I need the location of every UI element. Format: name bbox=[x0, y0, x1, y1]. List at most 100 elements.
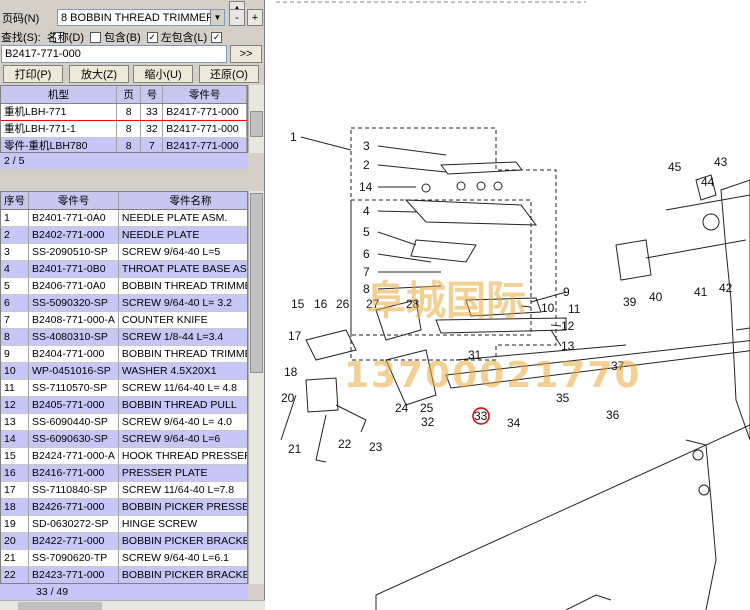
minus-button[interactable]: - bbox=[229, 9, 245, 26]
table-row[interactable]: 22 B2423-771-000 BOBBIN PICKER BRACKET bbox=[1, 566, 247, 583]
scrollbar-thumb[interactable] bbox=[250, 111, 263, 137]
table-row[interactable]: 8 SS-4080310-SP SCREW 1/8-44 L=3.4 bbox=[1, 328, 247, 346]
table-row[interactable]: 14 SS-6090630-SP SCREW 9/64-40 L=6 bbox=[1, 430, 247, 448]
table-row[interactable]: 12 B2405-771-000 BOBBIN THREAD PULL bbox=[1, 396, 247, 414]
cell: 18 bbox=[1, 498, 29, 516]
zoom-out-button[interactable]: 缩小(U) bbox=[133, 65, 193, 83]
table-row[interactable]: 15 B2424-771-000-A HOOK THREAD PRESSER bbox=[1, 447, 247, 465]
search-go-button[interactable]: >> bbox=[230, 45, 262, 63]
table-row[interactable]: 18 B2426-771-000 BOBBIN PICKER PRESSER bbox=[1, 498, 247, 516]
cell: B2416-771-000 bbox=[28, 464, 119, 482]
machine-table-header: 机型 页 号 零件号 bbox=[1, 86, 247, 104]
callout-12: 12 bbox=[561, 319, 575, 333]
cell: 3 bbox=[1, 243, 29, 261]
table-row[interactable]: 9 B2404-771-000 BOBBIN THREAD TRIMMER bbox=[1, 345, 247, 363]
cell: 22 bbox=[1, 566, 29, 583]
col-header-part-no[interactable]: 零件号 bbox=[28, 192, 119, 210]
table-row[interactable]: 13 SS-6090440-SP SCREW 9/64-40 L= 4.0 bbox=[1, 413, 247, 431]
cell: SCREW 11/64-40 L=7.8 bbox=[118, 481, 247, 499]
callout-40: 40 bbox=[649, 290, 663, 304]
cell: 17 bbox=[1, 481, 29, 499]
cell: B2417-771-000 bbox=[162, 120, 247, 138]
cell: SCREW 9/64-40 L=6 bbox=[118, 430, 247, 448]
table-row[interactable]: 21 SS-7090620-TP SCREW 9/64-40 L=6.1 bbox=[1, 549, 247, 567]
table-row[interactable]: 零件-重机LBH780 8 7 B2417-771-000 bbox=[1, 137, 247, 152]
left-include-checkbox[interactable]: ✓ bbox=[146, 31, 158, 43]
callout-11: 11 bbox=[568, 302, 581, 316]
watermark-text: 阜城国际 bbox=[366, 278, 526, 324]
table-row[interactable]: 7 B2408-771-000-A COUNTER KNIFE bbox=[1, 311, 247, 329]
cell: SCREW 9/64-40 L= 3.2 bbox=[118, 294, 247, 312]
scrollbar-thumb[interactable] bbox=[250, 193, 263, 373]
cell: BOBBIN THREAD PULL bbox=[118, 396, 247, 414]
cell: COUNTER KNIFE bbox=[118, 311, 247, 329]
parts-table-scrollbar[interactable] bbox=[248, 191, 264, 584]
callout-6: 6 bbox=[363, 247, 370, 261]
callout-21: 21 bbox=[288, 442, 302, 456]
cell: 零件-重机LBH780 bbox=[1, 137, 117, 152]
cell: 11 bbox=[1, 379, 29, 397]
cell: B2417-771-000 bbox=[162, 102, 247, 121]
cell: WP-0451016-SP bbox=[28, 362, 119, 380]
table-row[interactable]: 11 SS-7110570-SP SCREW 11/64-40 L= 4.8 bbox=[1, 379, 247, 397]
callout-15: 15 bbox=[291, 297, 305, 311]
include-b-checkbox[interactable] bbox=[90, 31, 102, 43]
col-header-number[interactable]: 号 bbox=[140, 86, 164, 104]
cell: B2408-771-000-A bbox=[28, 311, 119, 329]
col-header-index[interactable]: 序号 bbox=[1, 192, 29, 210]
callout-13: 13 bbox=[561, 339, 575, 353]
cell: 8 bbox=[116, 120, 142, 138]
cell: B2402-771-000 bbox=[28, 226, 119, 244]
scrollbar-thumb[interactable] bbox=[18, 602, 102, 610]
part-search-input[interactable]: B2417-771-000 bbox=[1, 45, 227, 63]
table-row[interactable]: 重机LBH-771-1 8 32 B2417-771-000 bbox=[1, 120, 247, 138]
callout-2: 2 bbox=[363, 158, 370, 172]
table-row[interactable]: 1 B2401-771-0A0 NEEDLE PLATE ASM. bbox=[1, 209, 247, 227]
zoom-in-button[interactable]: 放大(Z) bbox=[69, 65, 129, 83]
page-code-select[interactable]: 8 BOBBIN THREAD TRIMMER ( ▼ bbox=[57, 9, 225, 26]
table-row[interactable]: 19 SD-0630272-SP HINGE SCREW bbox=[1, 515, 247, 533]
horizontal-scrollbar[interactable] bbox=[0, 600, 265, 610]
extra-checkbox[interactable]: ✓ bbox=[211, 31, 223, 43]
page-code-value: 8 BOBBIN THREAD TRIMMER ( bbox=[61, 11, 221, 24]
parts-table: 序号 零件号 零件名称 1 B2401-771-0A0 NEEDLE PLATE A… bbox=[0, 191, 248, 584]
callout-32: 32 bbox=[421, 415, 435, 429]
col-header-model[interactable]: 机型 bbox=[1, 86, 117, 104]
exploded-parts-diagram[interactable]: 1 3 2 14 4 5 6 7 8 9 10 12 13 15 16 17 1… bbox=[266, 0, 750, 610]
print-button[interactable]: 打印(P) bbox=[3, 65, 63, 83]
table-row[interactable]: 17 SS-7110840-SP SCREW 11/64-40 L=7.8 bbox=[1, 481, 247, 499]
restore-button[interactable]: 还原(O) bbox=[199, 65, 259, 83]
cell: 9 bbox=[1, 345, 29, 363]
page-code-label: 页码(N) bbox=[2, 13, 40, 25]
cell: 8 bbox=[116, 137, 142, 152]
cell: 1 bbox=[1, 209, 29, 227]
callout-5: 5 bbox=[363, 225, 370, 239]
table-row[interactable]: 重机LBH-771 8 33 B2417-771-000 bbox=[1, 102, 247, 121]
cell: B2405-771-000 bbox=[28, 396, 119, 414]
cell: SS-5090320-SP bbox=[28, 294, 119, 312]
col-header-page[interactable]: 页 bbox=[116, 86, 142, 104]
callout-34: 34 bbox=[507, 416, 521, 430]
plus-button[interactable]: + bbox=[247, 9, 263, 26]
col-header-part-name[interactable]: 零件名称 bbox=[118, 192, 247, 210]
cell: 7 bbox=[1, 311, 29, 329]
col-header-part-no[interactable]: 零件号 bbox=[162, 86, 247, 104]
chevron-down-icon[interactable]: ▼ bbox=[210, 10, 224, 25]
cell: 2 bbox=[1, 226, 29, 244]
machine-table-scrollbar[interactable] bbox=[248, 85, 264, 153]
table-row[interactable]: 2 B2402-771-000 NEEDLE PLATE bbox=[1, 226, 247, 244]
cell: SCREW 9/64-40 L=5 bbox=[118, 243, 247, 261]
table-row[interactable]: 10 WP-0451016-SP WASHER 4.5X20X1 bbox=[1, 362, 247, 380]
table-row[interactable]: 16 B2416-771-000 PRESSER PLATE bbox=[1, 464, 247, 482]
callout-24: 24 bbox=[395, 401, 409, 415]
machine-table-footer: 2 / 5 bbox=[0, 153, 248, 169]
table-row[interactable]: 3 SS-2090510-SP SCREW 9/64-40 L=5 bbox=[1, 243, 247, 261]
table-row[interactable]: 6 SS-5090320-SP SCREW 9/64-40 L= 3.2 bbox=[1, 294, 247, 312]
cell: B2423-771-000 bbox=[28, 566, 119, 583]
table-row[interactable]: 20 B2422-771-000 BOBBIN PICKER BRACKET bbox=[1, 532, 247, 550]
cell: B2401-771-0B0 bbox=[28, 260, 119, 278]
table-row[interactable]: 5 B2406-771-0A0 BOBBIN THREAD TRIMMER bbox=[1, 277, 247, 295]
callout-1: 1 bbox=[290, 130, 297, 144]
table-row[interactable]: 4 B2401-771-0B0 THROAT PLATE BASE ASM. bbox=[1, 260, 247, 278]
cell: 重机LBH-771-1 bbox=[1, 120, 117, 138]
